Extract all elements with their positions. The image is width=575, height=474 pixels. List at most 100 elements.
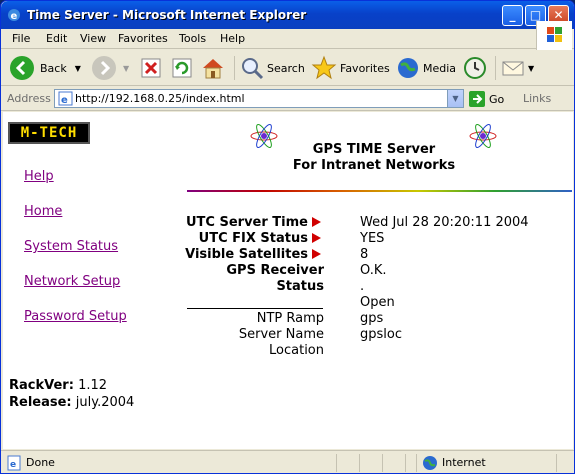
menu-file[interactable]: File	[12, 32, 30, 45]
page-content: M-TECH GPS TIME Server For Intranet Netw…	[3, 112, 573, 449]
forward-dropdown-icon[interactable]: ▼	[123, 64, 129, 73]
red-arrow-icon	[312, 217, 321, 227]
back-arrow-icon	[10, 56, 34, 80]
page-heading: GPS TIME Server For Intranet Networks	[269, 142, 479, 174]
search-button[interactable]: Search	[240, 53, 305, 83]
menu-bar: File Edit View Favorites Tools Help	[1, 29, 574, 49]
menu-tools[interactable]: Tools	[179, 32, 206, 45]
media-globe-icon	[398, 58, 418, 78]
status-value-utc-time: Wed Jul 28 20:20:11 2004	[360, 215, 529, 230]
address-input[interactable]: e http://192.168.0.25/index.html ▼	[54, 89, 464, 108]
toolbar-separator	[495, 56, 496, 80]
media-button[interactable]: Media	[396, 53, 456, 83]
go-label: Go	[489, 92, 505, 106]
minimize-button[interactable]: _	[502, 5, 523, 26]
red-arrow-icon	[312, 249, 321, 259]
red-arrow-icon	[312, 233, 321, 243]
release-value: july.2004	[75, 395, 135, 410]
go-button[interactable]: Go	[468, 90, 504, 108]
windows-logo	[536, 21, 572, 51]
home-button[interactable]	[200, 53, 226, 83]
svg-text:e: e	[61, 95, 68, 106]
release-label: Release:	[9, 395, 72, 410]
status-divider	[336, 454, 337, 472]
mtech-logo: M-TECH	[8, 122, 90, 144]
mail-dropdown-icon[interactable]: ▼	[528, 64, 534, 73]
media-label: Media	[423, 61, 457, 75]
release-line: Release: july.2004	[9, 395, 134, 410]
back-dropdown-icon[interactable]: ▼	[75, 64, 81, 73]
favorites-star-icon	[311, 55, 337, 80]
security-zone: Internet	[442, 456, 486, 469]
menu-edit[interactable]: Edit	[46, 32, 67, 45]
page-icon: e	[58, 91, 73, 106]
status-text: Done	[26, 456, 55, 469]
ie-app-icon: e	[8, 9, 20, 22]
go-arrow-icon	[469, 91, 485, 107]
status-label-utc-time: UTC Server Time	[186, 215, 321, 230]
internet-globe-icon	[423, 456, 437, 470]
status-value-status: .	[360, 279, 365, 294]
status-value-open: Open	[360, 295, 395, 310]
ntp-value-ramp: gps	[360, 311, 384, 326]
home-icon	[203, 59, 223, 79]
status-divider	[405, 454, 406, 472]
ntp-label-ramp: NTP Ramp	[256, 311, 324, 326]
window-title: Time Server - Microsoft Internet Explore…	[27, 8, 307, 22]
links-button[interactable]: Links	[523, 92, 551, 105]
svg-text:e: e	[11, 11, 18, 22]
favorites-label: Favorites	[340, 61, 390, 75]
heading-line-2: For Intranet Networks	[292, 158, 456, 173]
back-button[interactable]: Back ▼	[9, 53, 81, 83]
menu-view[interactable]: View	[80, 32, 106, 45]
address-label: Address	[7, 92, 51, 105]
status-label-status: Status	[276, 279, 324, 294]
mail-button[interactable]: ▼	[501, 53, 534, 83]
history-clock-icon	[464, 57, 486, 79]
status-value-gps-receiver: O.K.	[360, 263, 387, 278]
favorites-button[interactable]: Favorites	[311, 53, 390, 83]
nav-password-setup-link[interactable]: Password Setup	[24, 309, 127, 324]
standard-toolbar: Back ▼ ▼ Search Favorites Media ▼	[1, 50, 574, 86]
browser-window: e Time Server - Microsoft Internet Explo…	[0, 0, 575, 474]
ntp-label-location: Location	[269, 343, 324, 358]
ntp-value-server-name: gpsloc	[360, 327, 402, 342]
search-icon	[242, 58, 264, 80]
search-label: Search	[267, 61, 305, 75]
mail-envelope-icon	[502, 61, 524, 76]
toolbar-separator	[234, 56, 235, 80]
address-dropdown-icon[interactable]: ▼	[447, 90, 463, 107]
nav-help-link[interactable]: Help	[24, 169, 54, 184]
rainbow-divider	[187, 190, 572, 192]
status-label-gps-receiver: GPS Receiver	[226, 263, 324, 278]
heading-line-1: GPS TIME Server	[312, 142, 436, 157]
refresh-icon	[172, 58, 192, 78]
status-label-satellites: Visible Satellites	[185, 247, 321, 262]
nav-home-link[interactable]: Home	[24, 204, 62, 219]
rackver-line: RackVer: 1.12	[9, 378, 107, 393]
nav-system-status-link[interactable]: System Status	[24, 239, 118, 254]
refresh-button[interactable]	[171, 53, 193, 83]
address-url: http://192.168.0.25/index.html	[75, 92, 245, 105]
stop-button[interactable]	[140, 53, 162, 83]
windows-flag-icon	[547, 27, 562, 42]
title-bar: e Time Server - Microsoft Internet Explo…	[1, 1, 574, 29]
forward-button[interactable]: ▼	[91, 53, 129, 83]
menu-favorites[interactable]: Favorites	[118, 32, 168, 45]
page-done-icon: e	[7, 455, 21, 471]
menu-help[interactable]: Help	[220, 32, 245, 45]
rackver-label: RackVer:	[9, 378, 74, 393]
svg-text:e: e	[10, 460, 16, 470]
address-bar: Address e http://192.168.0.25/index.html…	[1, 87, 574, 111]
status-label-fix: UTC FIX Status	[199, 231, 321, 246]
status-divider	[556, 454, 557, 472]
ntp-label-server-name: Server Name	[238, 327, 324, 342]
rackver-value: 1.12	[78, 378, 108, 393]
nav-network-setup-link[interactable]: Network Setup	[24, 274, 120, 289]
section-divider	[187, 308, 323, 309]
status-value-satellites: 8	[360, 247, 369, 262]
status-value-fix: YES	[360, 231, 385, 246]
status-divider	[382, 454, 383, 472]
history-button[interactable]	[463, 53, 487, 83]
forward-arrow-icon	[92, 56, 116, 80]
